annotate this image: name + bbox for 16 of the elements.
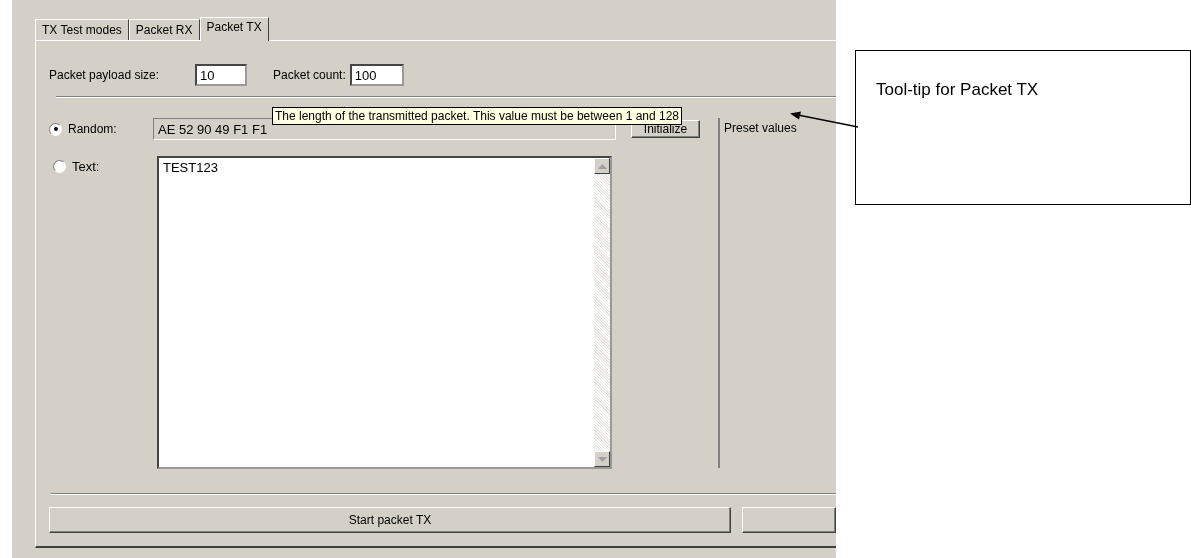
tooltip: The length of the transmitted packet. This value must be between 1 and 128 xyxy=(272,107,683,125)
packet-count-field[interactable]: 100 xyxy=(349,64,404,86)
payload-size-label: Packet payload size: xyxy=(49,68,160,82)
packet-count-label: Packet count: xyxy=(273,68,346,82)
tab[interactable]: Packet TX xyxy=(199,17,269,41)
group-title: Preset values xyxy=(724,121,797,135)
payload-size-field[interactable]: 10 xyxy=(195,64,248,86)
button[interactable] xyxy=(742,507,836,533)
tab[interactable]: TX Test modes xyxy=(35,19,129,40)
radio-label: Text: xyxy=(72,158,100,174)
radio-button[interactable] xyxy=(53,159,66,173)
radio-button[interactable] xyxy=(49,122,62,136)
start-button[interactable]: Start packet TX xyxy=(49,507,731,533)
radio-label: Random: xyxy=(68,122,117,136)
tab[interactable]: Packet RX xyxy=(128,19,200,40)
callout-text: Tool-tip for Packet TX xyxy=(876,80,1039,99)
